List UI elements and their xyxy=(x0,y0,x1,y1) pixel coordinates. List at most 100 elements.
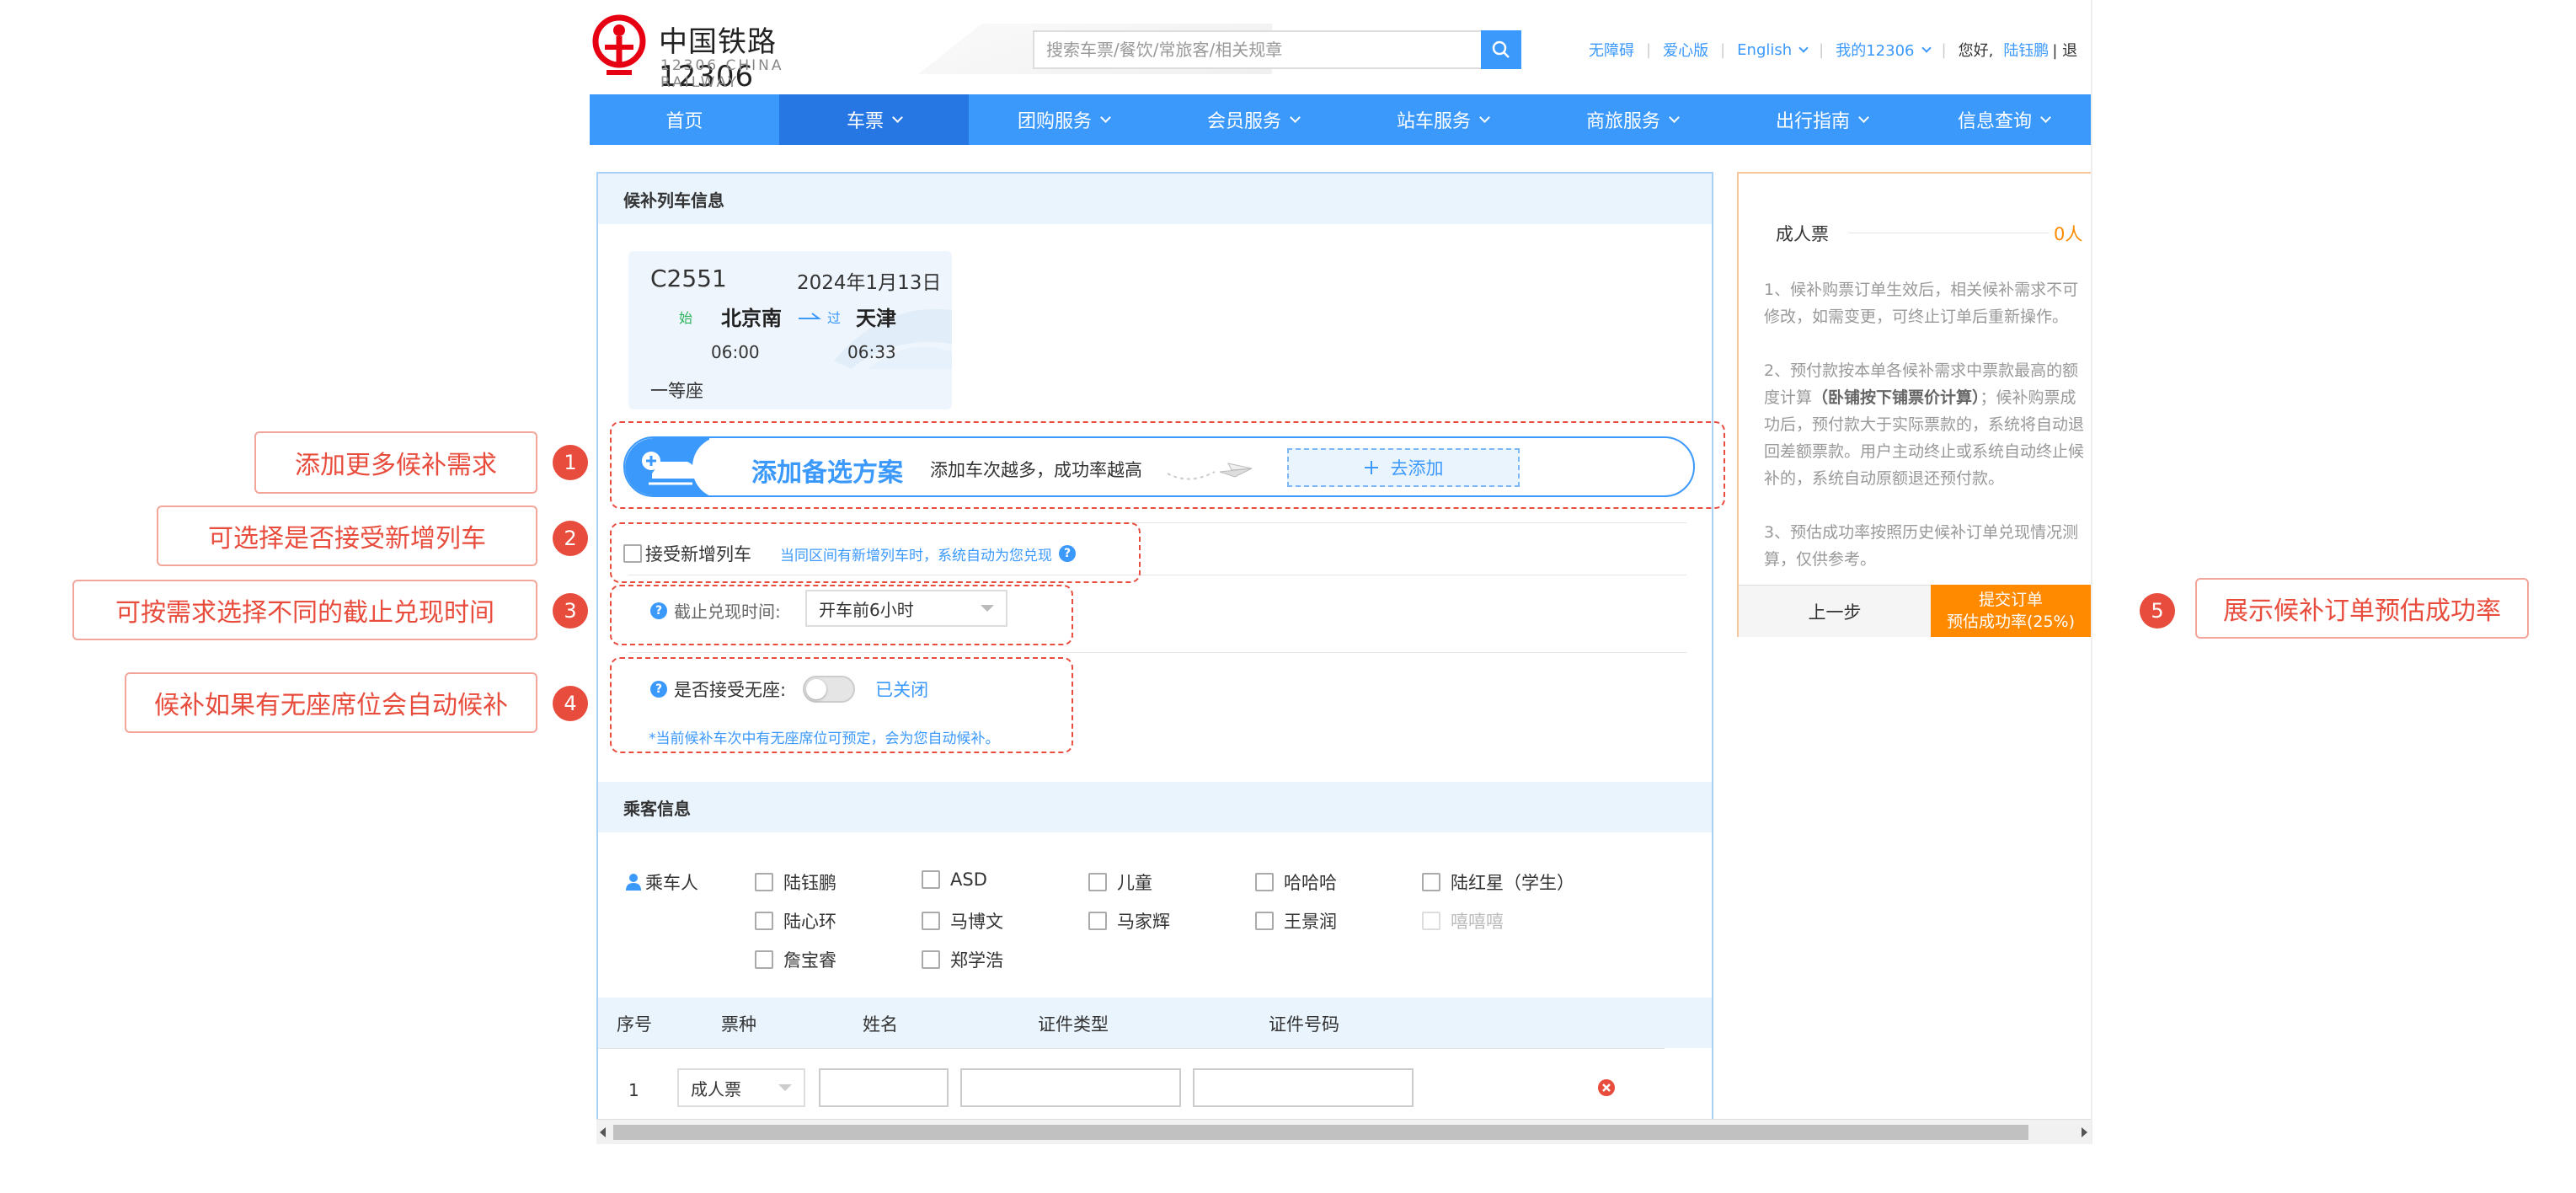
table-header-underline xyxy=(598,1048,1665,1049)
nav-info-query[interactable]: 信息查询 xyxy=(1916,94,2091,145)
passenger-option[interactable]: 哈哈哈 xyxy=(1255,869,1337,895)
add-plan-button[interactable]: 去添加 xyxy=(1287,448,1520,487)
toggle-knob xyxy=(806,679,827,699)
name-input[interactable] xyxy=(819,1068,949,1107)
passenger-option[interactable]: ASD xyxy=(922,869,987,890)
passenger-checkbox[interactable] xyxy=(922,950,940,969)
search-button[interactable] xyxy=(1481,30,1521,69)
deadline-value: 开车前6小时 xyxy=(819,599,914,620)
ticket-label: 成人票 xyxy=(1776,224,1829,244)
accept-new-label: 接受新增列车 xyxy=(645,544,751,564)
callout-5-number: 5 xyxy=(2140,593,2175,629)
callout-3-number: 3 xyxy=(553,593,588,629)
passenger-option[interactable]: 陆钰鹏 xyxy=(755,869,836,895)
railway-logo-icon xyxy=(592,14,646,75)
passenger-option[interactable]: 詹宝睿 xyxy=(755,947,836,972)
horizontal-scrollbar[interactable] xyxy=(596,1119,2091,1144)
col-ticket-type: 票种 xyxy=(721,1014,756,1035)
scrollbar-thumb[interactable] xyxy=(613,1125,2028,1140)
link-care-version[interactable]: 爱心版 xyxy=(1663,39,1708,61)
table-row: 1 成人票 xyxy=(598,1068,1712,1110)
passenger-checkbox[interactable] xyxy=(1422,873,1440,891)
from-station: 北京南 xyxy=(721,307,782,330)
help-icon[interactable]: ? xyxy=(650,681,667,698)
passenger-checkbox[interactable] xyxy=(922,912,940,930)
passenger-label: 乘车人 xyxy=(625,869,698,895)
no-seat-toggle[interactable] xyxy=(803,676,856,703)
no-seat-state: 已关闭 xyxy=(875,680,929,700)
chevron-down-icon xyxy=(1669,112,1680,123)
callout-3: 可按需求选择不同的截止兑现时间 xyxy=(72,580,537,640)
add-plan-curve xyxy=(692,438,743,495)
no-seat-label: 是否接受无座: xyxy=(674,680,787,700)
logout-link[interactable]: | 退 xyxy=(2052,39,2077,61)
prev-step-button[interactable]: 上一步 xyxy=(1739,585,1931,637)
nav-group-service[interactable]: 团购服务 xyxy=(969,94,1158,145)
dropdown-caret-icon xyxy=(981,605,994,612)
passenger-option[interactable]: 陆心环 xyxy=(755,908,836,934)
deadline-select[interactable]: 开车前6小时 xyxy=(805,590,1007,627)
link-accessibility[interactable]: 无障碍 xyxy=(1589,39,1634,61)
add-plan-title: 添加备选方案 xyxy=(751,458,903,488)
callout-4-number: 4 xyxy=(553,686,588,721)
train-date: 2024年1月13日 xyxy=(797,272,942,294)
no-seat-hint: *当前候补车次中有无座席位可预定，会为您自动候补。 xyxy=(649,730,1000,747)
nav-member-service[interactable]: 会员服务 xyxy=(1158,94,1348,145)
passenger-checkbox[interactable] xyxy=(1255,873,1274,891)
passenger-checkbox[interactable] xyxy=(1088,912,1107,930)
passenger-checkbox[interactable] xyxy=(755,873,773,891)
nav-station-service[interactable]: 站车服务 xyxy=(1348,94,1537,145)
callout-1-number: 1 xyxy=(553,445,588,480)
passenger-checkbox[interactable] xyxy=(1088,873,1107,891)
passenger-checkbox[interactable] xyxy=(922,870,940,889)
passenger-table-header: 序号 票种 姓名 证件类型 证件号码 xyxy=(598,998,1712,1048)
arrow-right-icon xyxy=(799,313,821,319)
passenger-checkbox[interactable] xyxy=(1255,912,1274,930)
nav-home[interactable]: 首页 xyxy=(590,94,779,145)
nav-travel-guide[interactable]: 出行指南 xyxy=(1727,94,1916,145)
passenger-option[interactable]: 陆红星（学生） xyxy=(1422,869,1574,895)
scroll-left-icon[interactable] xyxy=(600,1127,606,1137)
chevron-down-icon xyxy=(1479,112,1490,123)
chevron-down-icon xyxy=(1858,112,1869,123)
chevron-down-icon xyxy=(1290,112,1301,123)
train-section-title: 候补列车信息 xyxy=(598,174,1712,224)
passenger-option[interactable]: 马家辉 xyxy=(1088,908,1170,934)
passenger-option[interactable]: 王景润 xyxy=(1255,908,1337,934)
passenger-option[interactable]: 郑学浩 xyxy=(922,947,1003,972)
link-english[interactable]: English xyxy=(1737,41,1792,59)
passenger-checkbox[interactable] xyxy=(755,950,773,969)
ticket-count: 0人 xyxy=(2054,224,2083,244)
scroll-right-icon[interactable] xyxy=(2082,1127,2087,1137)
logo[interactable]: 中国铁路12306 12306 CHINA RAILWAY xyxy=(590,12,868,94)
ticket-type-select[interactable]: 成人票 xyxy=(677,1068,805,1107)
user-name-link[interactable]: 陆钰鹏 xyxy=(2003,39,2049,61)
passenger-option-disabled: 嘻嘻嘻 xyxy=(1422,908,1504,934)
passenger-checkbox[interactable] xyxy=(755,912,773,930)
passenger-option[interactable]: 儿童 xyxy=(1088,869,1152,895)
rule-note-2: 2、预付款按本单各候补需求中票款最高的额度计算（卧铺按下铺票价计算）；候补购票成… xyxy=(1764,361,2085,488)
callout-4: 候补如果有无座席位会自动候补 xyxy=(125,672,537,733)
callout-1: 添加更多候补需求 xyxy=(254,431,537,494)
id-type-input[interactable] xyxy=(960,1068,1181,1107)
help-icon[interactable]: ? xyxy=(1059,545,1076,562)
accept-new-row: 接受新增列车 当同区间有新增列车时，系统自动为您兑现 ? xyxy=(623,541,1076,566)
delete-row-icon[interactable] xyxy=(1597,1078,1616,1097)
id-number-input[interactable] xyxy=(1193,1068,1414,1107)
paper-plane-icon xyxy=(1167,463,1253,480)
seat-type: 一等座 xyxy=(650,381,703,401)
link-my12306[interactable]: 我的12306 xyxy=(1836,39,1914,61)
submit-order-button[interactable]: 提交订单 预估成功率(25%) xyxy=(1931,585,2091,637)
search-input[interactable]: 搜索车票/餐饮/常旅客/相关规章 xyxy=(1033,30,1483,69)
chevron-down-icon xyxy=(1798,43,1809,53)
add-plan-desc: 添加车次越多，成功率越高 xyxy=(930,460,1142,480)
nav-tickets[interactable]: 车票 xyxy=(779,94,969,145)
greeting: 您好, xyxy=(1958,42,1994,60)
via-tag: 过 xyxy=(827,310,842,326)
accept-new-checkbox[interactable] xyxy=(623,544,642,563)
passenger-option[interactable]: 马博文 xyxy=(922,908,1003,934)
add-plan-bar: 添加备选方案 添加车次越多，成功率越高 去添加 xyxy=(623,436,1695,497)
help-icon[interactable]: ? xyxy=(650,602,667,619)
nav-business-service[interactable]: 商旅服务 xyxy=(1537,94,1727,145)
logo-subtitle: 12306 CHINA RAILWAY xyxy=(660,57,784,91)
